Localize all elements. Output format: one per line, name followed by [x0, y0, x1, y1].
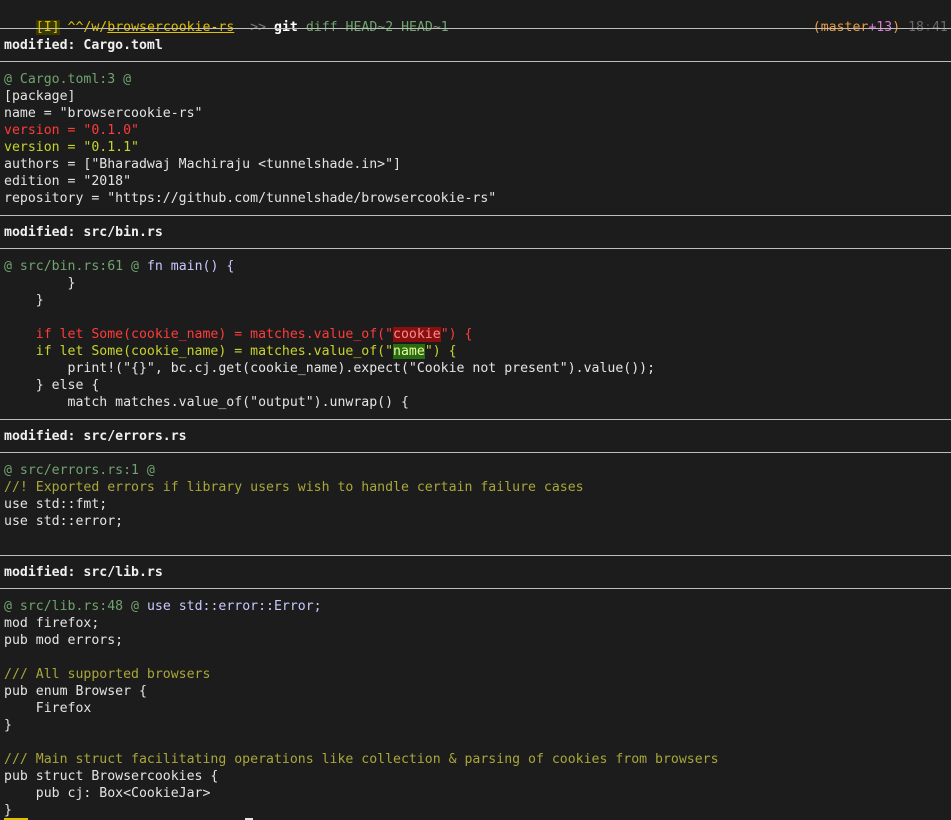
file-separator: [0, 61, 951, 62]
diff-line: pub cj: Box<CookieJar>: [4, 786, 211, 801]
diff-line: name = "browsercookie-rs": [4, 106, 203, 121]
diff-line: mod firefox;: [4, 616, 100, 631]
diff-line-comment: /// All supported browsers: [4, 667, 211, 682]
file-separator: [0, 215, 951, 216]
shell-prompt: [I] ^^/w/browsercookie-rs >> git diff HE…: [4, 2, 449, 35]
diff-line: }: [4, 276, 76, 291]
diff-line-comment: //! Exported errors if library users wis…: [4, 480, 584, 495]
diff-line-added: if let Some(cookie_name) = matches.value…: [4, 344, 457, 359]
diff-line: }: [4, 293, 44, 308]
file-header: modified: Cargo.toml: [4, 38, 163, 53]
diff-line: authors = ["Bharadwaj Machiraju <tunnels…: [4, 157, 401, 172]
diff-line: pub struct Browsercookies {: [4, 769, 219, 784]
diff-line: use std::fmt;: [4, 497, 108, 512]
git-branch-status: (master+13) 18:41:23: [781, 2, 951, 35]
diff-line: Firefox: [4, 701, 92, 716]
file-separator: [0, 419, 951, 420]
hunk-header: @ src/bin.rs:61 @ fn main() {: [4, 259, 235, 274]
diff-line: } else {: [4, 378, 100, 393]
terminal-window[interactable]: [I] ^^/w/browsercookie-rs >> git diff HE…: [0, 0, 951, 820]
diff-line: [package]: [4, 89, 76, 104]
diff-line: use std::error;: [4, 514, 124, 529]
file-header: modified: src/lib.rs: [4, 565, 163, 580]
diff-line: print!("{}", bc.cj.get(cookie_name).expe…: [4, 361, 656, 376]
file-separator: [0, 452, 951, 453]
hunk-header: @ src/errors.rs:1 @: [4, 463, 155, 478]
diff-line: match matches.value_of("output").unwrap(…: [4, 395, 409, 410]
file-header: modified: src/bin.rs: [4, 225, 163, 240]
file-separator: [0, 555, 951, 556]
diff-line-deleted: if let Some(cookie_name) = matches.value…: [4, 327, 473, 342]
diff-line: pub enum Browser {: [4, 684, 147, 699]
diff-line-added: version = "0.1.1": [4, 140, 139, 155]
file-header: modified: src/errors.rs: [4, 429, 187, 444]
diff-line: edition = "2018": [4, 174, 132, 189]
diff-line: pub mod errors;: [4, 633, 124, 648]
diff-line: }: [4, 803, 12, 818]
file-separator: [0, 248, 951, 249]
file-separator: [0, 588, 951, 589]
file-separator: [0, 28, 951, 29]
diff-line-comment: /// Main struct facilitating operations …: [4, 752, 719, 767]
added-word-highlight: name: [393, 344, 425, 359]
diff-line: repository = "https://github.com/tunnels…: [4, 191, 497, 206]
diff-line-deleted: version = "0.1.0": [4, 123, 139, 138]
deleted-word-highlight: cookie: [393, 327, 441, 342]
hunk-header: @ Cargo.toml:3 @: [4, 72, 132, 87]
diff-line: }: [4, 718, 12, 733]
hunk-header: @ src/lib.rs:48 @ use std::error::Error;: [4, 599, 322, 614]
